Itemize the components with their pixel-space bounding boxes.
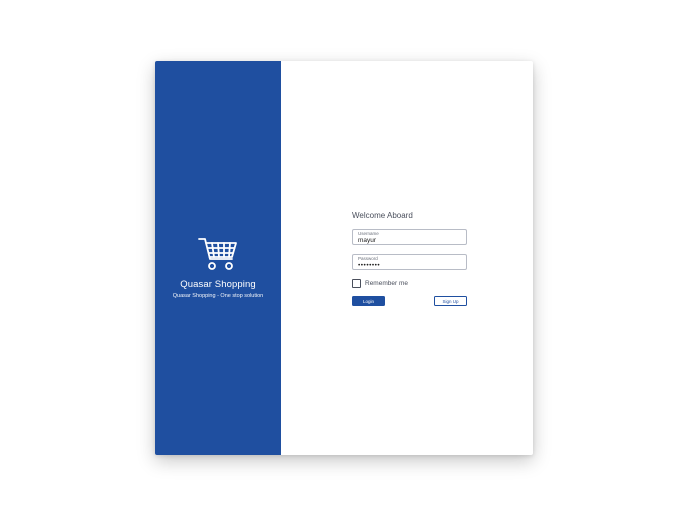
shopping-cart-icon [198,238,237,270]
brand-block: Quasar Shopping Quasar Shopping - One st… [172,235,264,299]
password-input[interactable] [357,261,464,269]
login-button[interactable]: Login [352,296,385,306]
brand-title: Quasar Shopping [180,279,256,290]
username-field[interactable]: Username [352,229,467,245]
remember-me-label: Remember me [365,280,408,287]
login-form: Welcome Aboard Username Password Remembe… [281,61,533,455]
welcome-heading: Welcome Aboard [352,211,413,220]
username-input[interactable] [357,236,464,244]
login-card: Quasar Shopping Quasar Shopping - One st… [155,61,533,455]
remember-me-checkbox[interactable] [352,279,361,288]
brand-panel: Quasar Shopping Quasar Shopping - One st… [155,61,281,455]
brand-tagline: Quasar Shopping - One stop solution [172,293,264,299]
password-field[interactable]: Password [352,254,467,270]
signup-button[interactable]: Sign Up [434,296,467,306]
remember-me-toggle[interactable]: Remember me [352,279,408,288]
